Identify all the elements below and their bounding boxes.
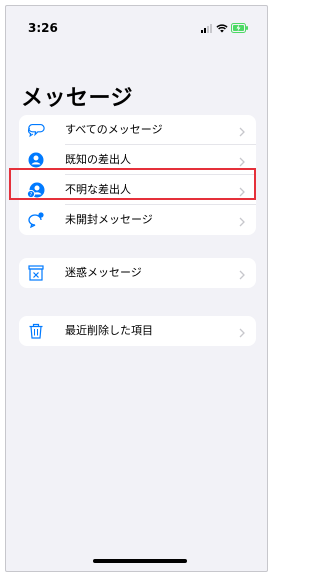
row-recently-deleted[interactable]: 最近削除した項目 [19, 316, 256, 346]
row-label: 最近削除した項目 [65, 324, 153, 337]
chevron-right-icon [238, 213, 246, 227]
trash-icon [27, 323, 45, 339]
status-icons [201, 20, 249, 34]
row-all-messages[interactable]: すべてのメッセージ [19, 115, 256, 145]
highlight-box [9, 168, 256, 200]
row-label: 迷惑メッセージ [65, 266, 142, 279]
unread-bubble-icon [27, 212, 45, 228]
chevron-right-icon [238, 324, 246, 338]
chevron-right-icon [238, 153, 246, 167]
junk-box-icon [27, 265, 45, 281]
signal-icon [201, 18, 213, 37]
chevron-right-icon [238, 266, 246, 280]
status-time: 3:26 [28, 21, 58, 35]
phone-screen: 3:26 メッセージ すべてのメッセージ 既知の差出人 ? 不明な差出人 未開封… [5, 5, 268, 572]
page-title: メッセージ [21, 86, 134, 111]
row-label: 既知の差出人 [65, 153, 131, 166]
status-bar: 3:26 [6, 6, 267, 50]
row-label: 未開封メッセージ [65, 213, 153, 226]
home-indicator[interactable] [93, 559, 187, 563]
battery-charging-icon [231, 18, 249, 37]
person-circle-icon [27, 152, 45, 168]
row-label: すべてのメッセージ [65, 123, 163, 136]
row-junk-messages[interactable]: 迷惑メッセージ [19, 258, 256, 288]
wifi-icon [216, 18, 228, 37]
deleted-group: 最近削除した項目 [19, 316, 256, 346]
row-unread-messages[interactable]: 未開封メッセージ [19, 205, 256, 235]
junk-group: 迷惑メッセージ [19, 258, 256, 288]
speech-bubbles-icon [27, 122, 45, 138]
chevron-right-icon [238, 123, 246, 137]
